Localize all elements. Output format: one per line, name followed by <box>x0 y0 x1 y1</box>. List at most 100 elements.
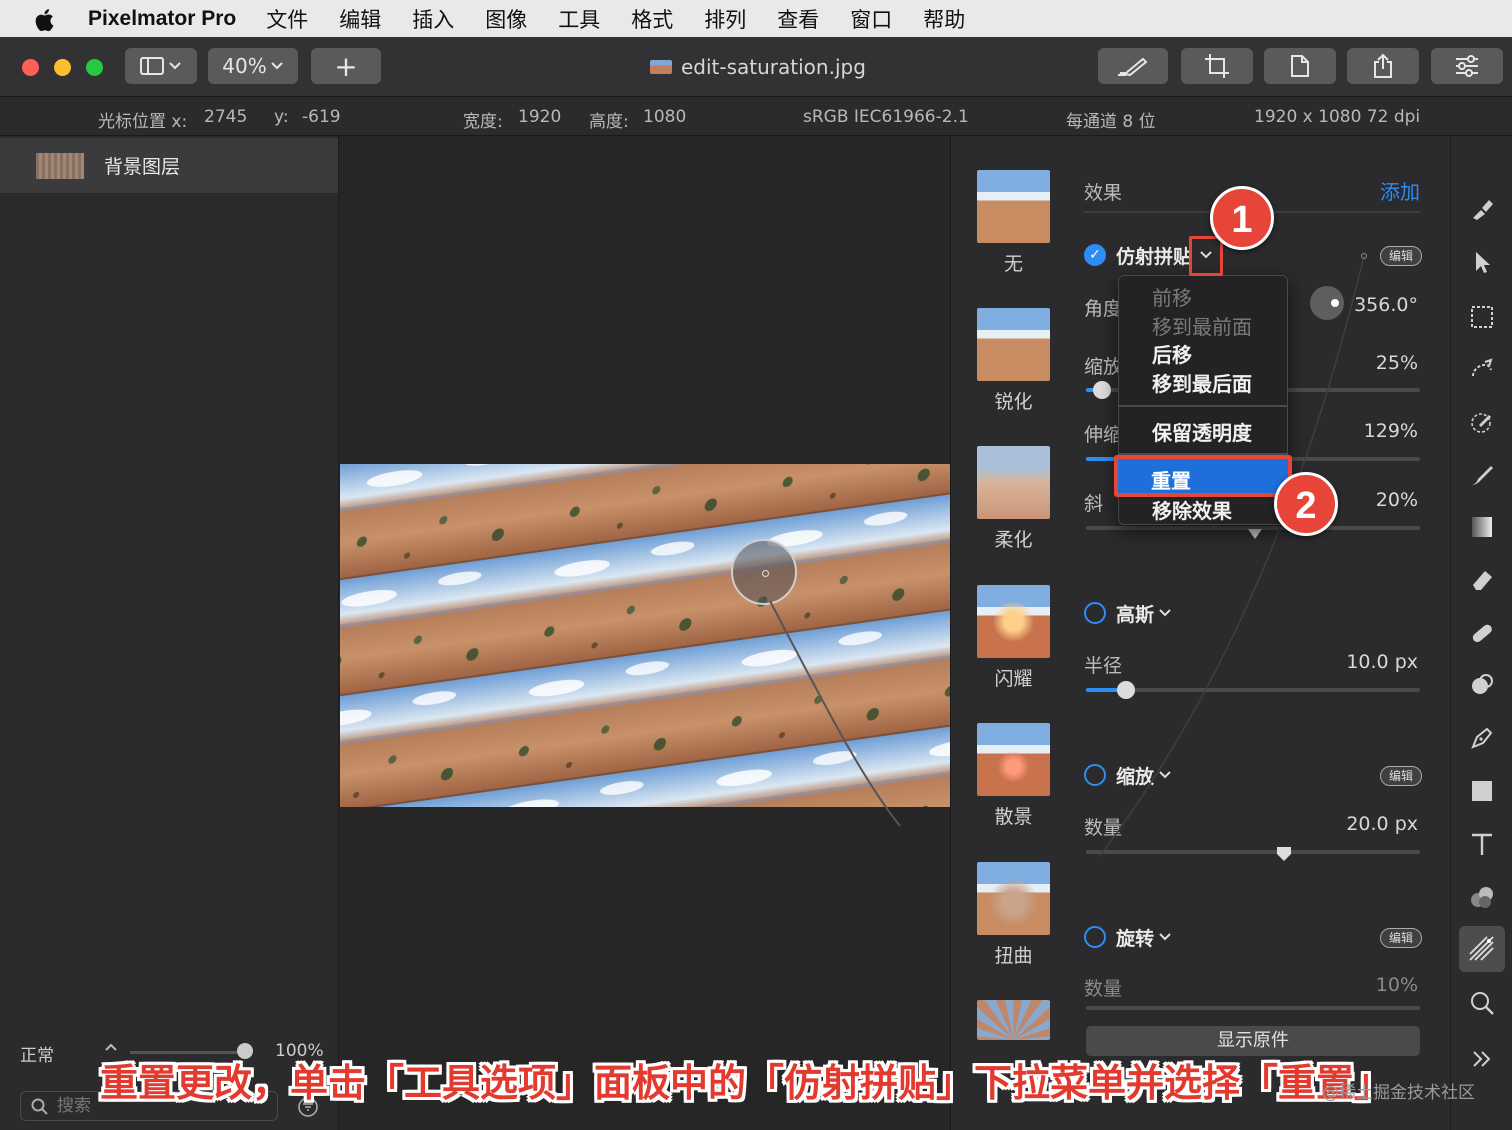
menu-file[interactable]: 文件 <box>266 4 308 34</box>
width-value: 1920 <box>518 107 562 127</box>
sidebar-icon <box>140 57 181 75</box>
menu-item-reset[interactable]: 重置 <box>1114 455 1292 497</box>
watermark: @稀土掘金技术社区 <box>1322 1083 1475 1103</box>
canvas-area[interactable] <box>340 136 950 1130</box>
shape-tool-icon[interactable] <box>1468 778 1496 806</box>
effect-preset-glow[interactable]: 闪耀 <box>977 585 1050 691</box>
layer-thumbnail <box>36 152 84 179</box>
menu-item-remove-effect[interactable]: 移除效果 <box>1152 495 1232 524</box>
menu-item-reset-label: 重置 <box>1151 469 1191 493</box>
effect-preset-next[interactable] <box>977 1000 1050 1040</box>
width-label: 宽度: <box>463 112 503 132</box>
share-icon <box>1374 53 1392 78</box>
document-thumbnail-icon <box>650 60 672 74</box>
zoom-tool-icon[interactable] <box>1468 990 1496 1018</box>
layers-panel: 背景图层 正常 100% 搜索 <box>0 136 339 1130</box>
effect-preset-distort[interactable]: 扭曲 <box>977 862 1050 968</box>
search-icon <box>31 1098 48 1115</box>
bandage-repair-icon[interactable] <box>1468 620 1496 648</box>
retouch-tool-icon[interactable] <box>1468 672 1496 700</box>
crop-button[interactable] <box>1181 48 1253 84</box>
instruction-caption: 重置更改，单击「工具选项」面板中的「仿射拼贴」下拉菜单并选择「重置」 <box>100 1061 1393 1105</box>
sliders-icon <box>1456 55 1478 77</box>
menu-insert[interactable]: 插入 <box>412 4 454 34</box>
step-badge-1: 1 <box>1210 186 1274 250</box>
effect-thumbnail <box>977 585 1050 658</box>
info-bar: 光标位置 x: 2745 y: -619 宽度: 1920 高度: 1080 s… <box>0 97 1512 136</box>
menu-item-send-to-back[interactable]: 移到最后面 <box>1152 368 1252 397</box>
menu-item-bring-to-front: 移到最前面 <box>1152 315 1252 339</box>
effect-label: 扭曲 <box>994 945 1033 967</box>
cursor-y-label: y: <box>274 107 289 127</box>
effect-preset-soften[interactable]: 柔化 <box>977 446 1050 552</box>
window-toolbar: 40% + edit-saturation.jpg <box>0 37 1512 97</box>
selection-tool-icon[interactable] <box>1468 304 1496 332</box>
menu-item-move-forward: 前移 <box>1152 286 1192 310</box>
cursor-x-value: 2745 <box>204 107 248 127</box>
menu-arrange[interactable]: 排列 <box>704 4 746 34</box>
effect-preset-bokeh[interactable]: 散景 <box>977 723 1050 829</box>
height-label: 高度: <box>589 112 629 132</box>
sidebar-toggle-button[interactable] <box>125 48 197 84</box>
resolution: 1920 x 1080 72 dpi <box>1254 107 1421 127</box>
chevron-up-icon[interactable] <box>104 1042 118 1052</box>
layer-row[interactable]: 背景图层 <box>0 138 338 193</box>
menu-image[interactable]: 图像 <box>485 4 527 34</box>
export-button[interactable] <box>1264 48 1336 84</box>
color-profile: sRGB IEC61966-2.1 <box>803 107 969 127</box>
zoom-window-button[interactable] <box>86 59 103 76</box>
effect-thumbnail <box>977 446 1050 519</box>
effect-thumbnail <box>977 723 1050 796</box>
format-button[interactable] <box>1098 48 1168 84</box>
document-icon <box>1291 55 1309 77</box>
color-picker-icon[interactable] <box>1468 409 1496 437</box>
effects-tool-icon[interactable] <box>1459 926 1505 972</box>
add-button[interactable]: + <box>311 48 381 84</box>
effect-label: 闪耀 <box>994 668 1033 690</box>
effect-label: 柔化 <box>994 529 1033 551</box>
effect-thumbnail <box>977 862 1050 935</box>
menu-format[interactable]: 格式 <box>631 4 673 34</box>
menu-app-name[interactable]: Pixelmator Pro <box>88 7 236 31</box>
style-tool-icon[interactable] <box>1468 196 1496 224</box>
menu-tools[interactable]: 工具 <box>558 4 600 34</box>
height-value: 1080 <box>643 107 687 127</box>
text-tool-icon[interactable] <box>1468 831 1496 859</box>
pen-tool-icon[interactable] <box>1468 725 1496 753</box>
document-title-text: edit-saturation.jpg <box>681 55 866 79</box>
menu-item-preserve-transparency[interactable]: 保留透明度 <box>1152 417 1252 446</box>
crop-icon <box>1205 54 1229 78</box>
eraser-icon[interactable] <box>1468 567 1496 595</box>
effect-label: 无 <box>1003 253 1023 275</box>
share-button[interactable] <box>1347 48 1419 84</box>
menu-item-move-backward[interactable]: 后移 <box>1152 339 1192 368</box>
apple-icon[interactable] <box>0 5 88 33</box>
menu-view[interactable]: 查看 <box>777 4 819 34</box>
effect-thumbnail <box>977 170 1050 243</box>
zoom-level-dropdown[interactable]: 40% <box>208 48 298 84</box>
menu-window[interactable]: 窗口 <box>850 4 892 34</box>
arrange-tool-icon[interactable] <box>1468 249 1496 277</box>
effect-preset-none[interactable]: 无 <box>977 170 1050 276</box>
more-tools-icon[interactable] <box>1468 1046 1496 1074</box>
effect-preset-sharpen[interactable]: 锐化 <box>977 308 1050 414</box>
menu-bar: Pixelmator Pro 文件 编辑 插入 图像 工具 格式 排列 查看 窗… <box>0 0 1512 37</box>
effect-thumbnail <box>977 308 1050 381</box>
quick-selection-icon[interactable] <box>1468 356 1496 384</box>
dropdown-highlight-box <box>1189 236 1223 276</box>
effect-label: 散景 <box>994 806 1033 828</box>
minimize-window-button[interactable] <box>54 59 71 76</box>
effect-label: 锐化 <box>994 391 1033 413</box>
close-window-button[interactable] <box>22 59 39 76</box>
menu-separator <box>1119 405 1287 407</box>
gradient-tool-icon[interactable] <box>1468 514 1496 542</box>
effect-thumbnail <box>977 1000 1050 1040</box>
layer-name: 背景图层 <box>104 156 181 178</box>
paint-brush-icon[interactable] <box>1468 462 1496 490</box>
blend-mode-dropdown[interactable]: 正常 <box>20 1041 54 1066</box>
menu-edit[interactable]: 编辑 <box>339 4 381 34</box>
menu-help[interactable]: 帮助 <box>923 4 965 34</box>
adjustments-button[interactable] <box>1431 48 1503 84</box>
color-adjust-icon[interactable] <box>1468 884 1496 912</box>
zoom-level-value: 40% <box>222 54 267 78</box>
